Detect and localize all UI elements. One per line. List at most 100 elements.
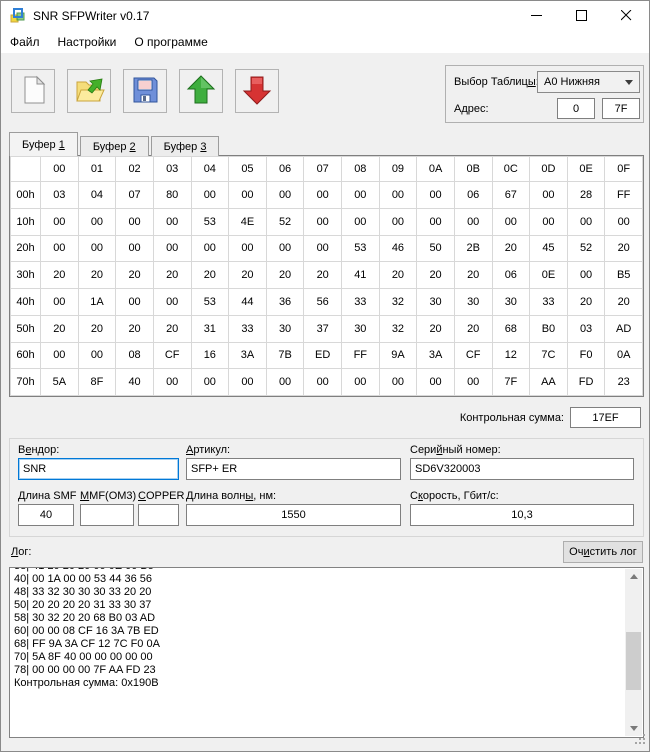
hex-cell[interactable]: 53 (342, 235, 380, 262)
hex-cell[interactable]: 7B (266, 342, 304, 369)
hex-cell[interactable]: F0 (567, 342, 605, 369)
hex-cell[interactable]: 20 (605, 235, 643, 262)
hex-cell[interactable]: 00 (191, 369, 229, 396)
hex-cell[interactable]: 00 (229, 182, 267, 209)
hex-cell[interactable]: 00 (191, 182, 229, 209)
hex-cell[interactable]: 00 (78, 342, 116, 369)
scroll-up-icon[interactable] (625, 569, 642, 584)
hex-cell[interactable]: 20 (191, 262, 229, 289)
hex-cell[interactable]: CF (454, 342, 492, 369)
hex-cell[interactable]: 68 (492, 315, 530, 342)
hex-cell[interactable]: 23 (605, 369, 643, 396)
hex-cell[interactable]: 00 (41, 235, 79, 262)
hex-cell[interactable]: 00 (41, 208, 79, 235)
hex-cell[interactable]: 00 (342, 369, 380, 396)
tab-buffer-2[interactable]: Буфер 2 (80, 136, 149, 156)
hex-cell[interactable]: 00 (605, 208, 643, 235)
copper-length-input[interactable] (138, 504, 179, 526)
wavelength-input[interactable] (186, 504, 401, 526)
hex-cell[interactable]: 00 (153, 289, 191, 316)
hex-cell[interactable]: 03 (41, 182, 79, 209)
hex-cell[interactable]: 2B (454, 235, 492, 262)
hex-cell[interactable]: 00 (342, 182, 380, 209)
hex-cell[interactable]: 0E (530, 262, 568, 289)
hex-cell[interactable]: 00 (379, 208, 417, 235)
hex-cell[interactable]: 00 (492, 208, 530, 235)
hex-cell[interactable]: 80 (153, 182, 191, 209)
hex-cell[interactable]: 00 (41, 342, 79, 369)
vendor-input[interactable] (18, 458, 179, 480)
close-button[interactable] (604, 1, 649, 31)
hex-cell[interactable]: 30 (454, 289, 492, 316)
hex-cell[interactable]: 20 (417, 315, 455, 342)
hex-cell[interactable]: 30 (342, 315, 380, 342)
hex-cell[interactable]: 00 (304, 208, 342, 235)
speed-input[interactable] (410, 504, 634, 526)
hex-cell[interactable]: 8F (78, 369, 116, 396)
hex-cell[interactable]: 20 (153, 262, 191, 289)
menu-settings[interactable]: Настройки (49, 32, 126, 52)
save-file-button[interactable] (123, 69, 167, 113)
hex-cell[interactable]: 20 (304, 262, 342, 289)
hex-cell[interactable]: 33 (342, 289, 380, 316)
hex-cell[interactable]: 7C (530, 342, 568, 369)
download-button[interactable] (235, 69, 279, 113)
hex-cell[interactable]: 36 (266, 289, 304, 316)
hex-cell[interactable]: 30 (492, 289, 530, 316)
hex-cell[interactable]: 00 (116, 289, 154, 316)
address-start-input[interactable] (557, 98, 595, 119)
hex-cell[interactable]: 00 (454, 208, 492, 235)
hex-cell[interactable]: 00 (567, 208, 605, 235)
hex-cell[interactable]: 20 (567, 289, 605, 316)
minimize-button[interactable] (514, 1, 559, 31)
hex-cell[interactable]: 20 (454, 262, 492, 289)
hex-cell[interactable]: 20 (116, 262, 154, 289)
hex-cell[interactable]: 40 (116, 369, 154, 396)
hex-cell[interactable]: 20 (492, 235, 530, 262)
hex-cell[interactable]: 12 (492, 342, 530, 369)
hex-cell[interactable]: 04 (78, 182, 116, 209)
hex-cell[interactable]: 20 (41, 315, 79, 342)
hex-cell[interactable]: 00 (454, 369, 492, 396)
hex-cell[interactable]: 03 (567, 315, 605, 342)
hex-cell[interactable]: 33 (229, 315, 267, 342)
hex-cell[interactable]: 16 (191, 342, 229, 369)
hex-cell[interactable]: 00 (530, 182, 568, 209)
hex-cell[interactable]: 20 (153, 315, 191, 342)
hex-cell[interactable]: FD (567, 369, 605, 396)
hex-cell[interactable]: 00 (229, 235, 267, 262)
serial-input[interactable] (410, 458, 634, 480)
hex-cell[interactable]: 08 (116, 342, 154, 369)
hex-cell[interactable]: 41 (342, 262, 380, 289)
hex-cell[interactable]: 20 (379, 262, 417, 289)
hex-cell[interactable]: 20 (78, 262, 116, 289)
hex-cell[interactable]: 3A (229, 342, 267, 369)
hex-cell[interactable]: 00 (417, 208, 455, 235)
log-scrollbar[interactable] (625, 569, 642, 736)
article-input[interactable] (186, 458, 401, 480)
hex-cell[interactable]: 00 (417, 369, 455, 396)
hex-cell[interactable]: 31 (191, 315, 229, 342)
hex-cell[interactable]: 7F (492, 369, 530, 396)
hex-cell[interactable]: 00 (379, 369, 417, 396)
hex-cell[interactable]: 00 (116, 235, 154, 262)
resize-grip-icon[interactable] (635, 734, 646, 748)
hex-cell[interactable]: 00 (266, 235, 304, 262)
mmf-length-input[interactable] (80, 504, 134, 526)
hex-cell[interactable]: 00 (379, 182, 417, 209)
hex-cell[interactable]: 50 (417, 235, 455, 262)
hex-cell[interactable]: 00 (567, 262, 605, 289)
hex-cell[interactable]: 67 (492, 182, 530, 209)
hex-cell[interactable]: 32 (379, 315, 417, 342)
tab-buffer-3[interactable]: Буфер 3 (151, 136, 220, 156)
hex-cell[interactable]: 20 (78, 315, 116, 342)
hex-cell[interactable]: 44 (229, 289, 267, 316)
hex-cell[interactable]: B5 (605, 262, 643, 289)
table-select-combobox[interactable]: A0 Нижняя (537, 71, 640, 93)
checksum-input[interactable] (570, 407, 641, 428)
hex-cell[interactable]: 30 (266, 315, 304, 342)
hex-cell[interactable]: 00 (229, 369, 267, 396)
hex-cell[interactable]: 00 (191, 235, 229, 262)
hex-cell[interactable]: 00 (417, 182, 455, 209)
hex-cell[interactable]: 00 (41, 289, 79, 316)
